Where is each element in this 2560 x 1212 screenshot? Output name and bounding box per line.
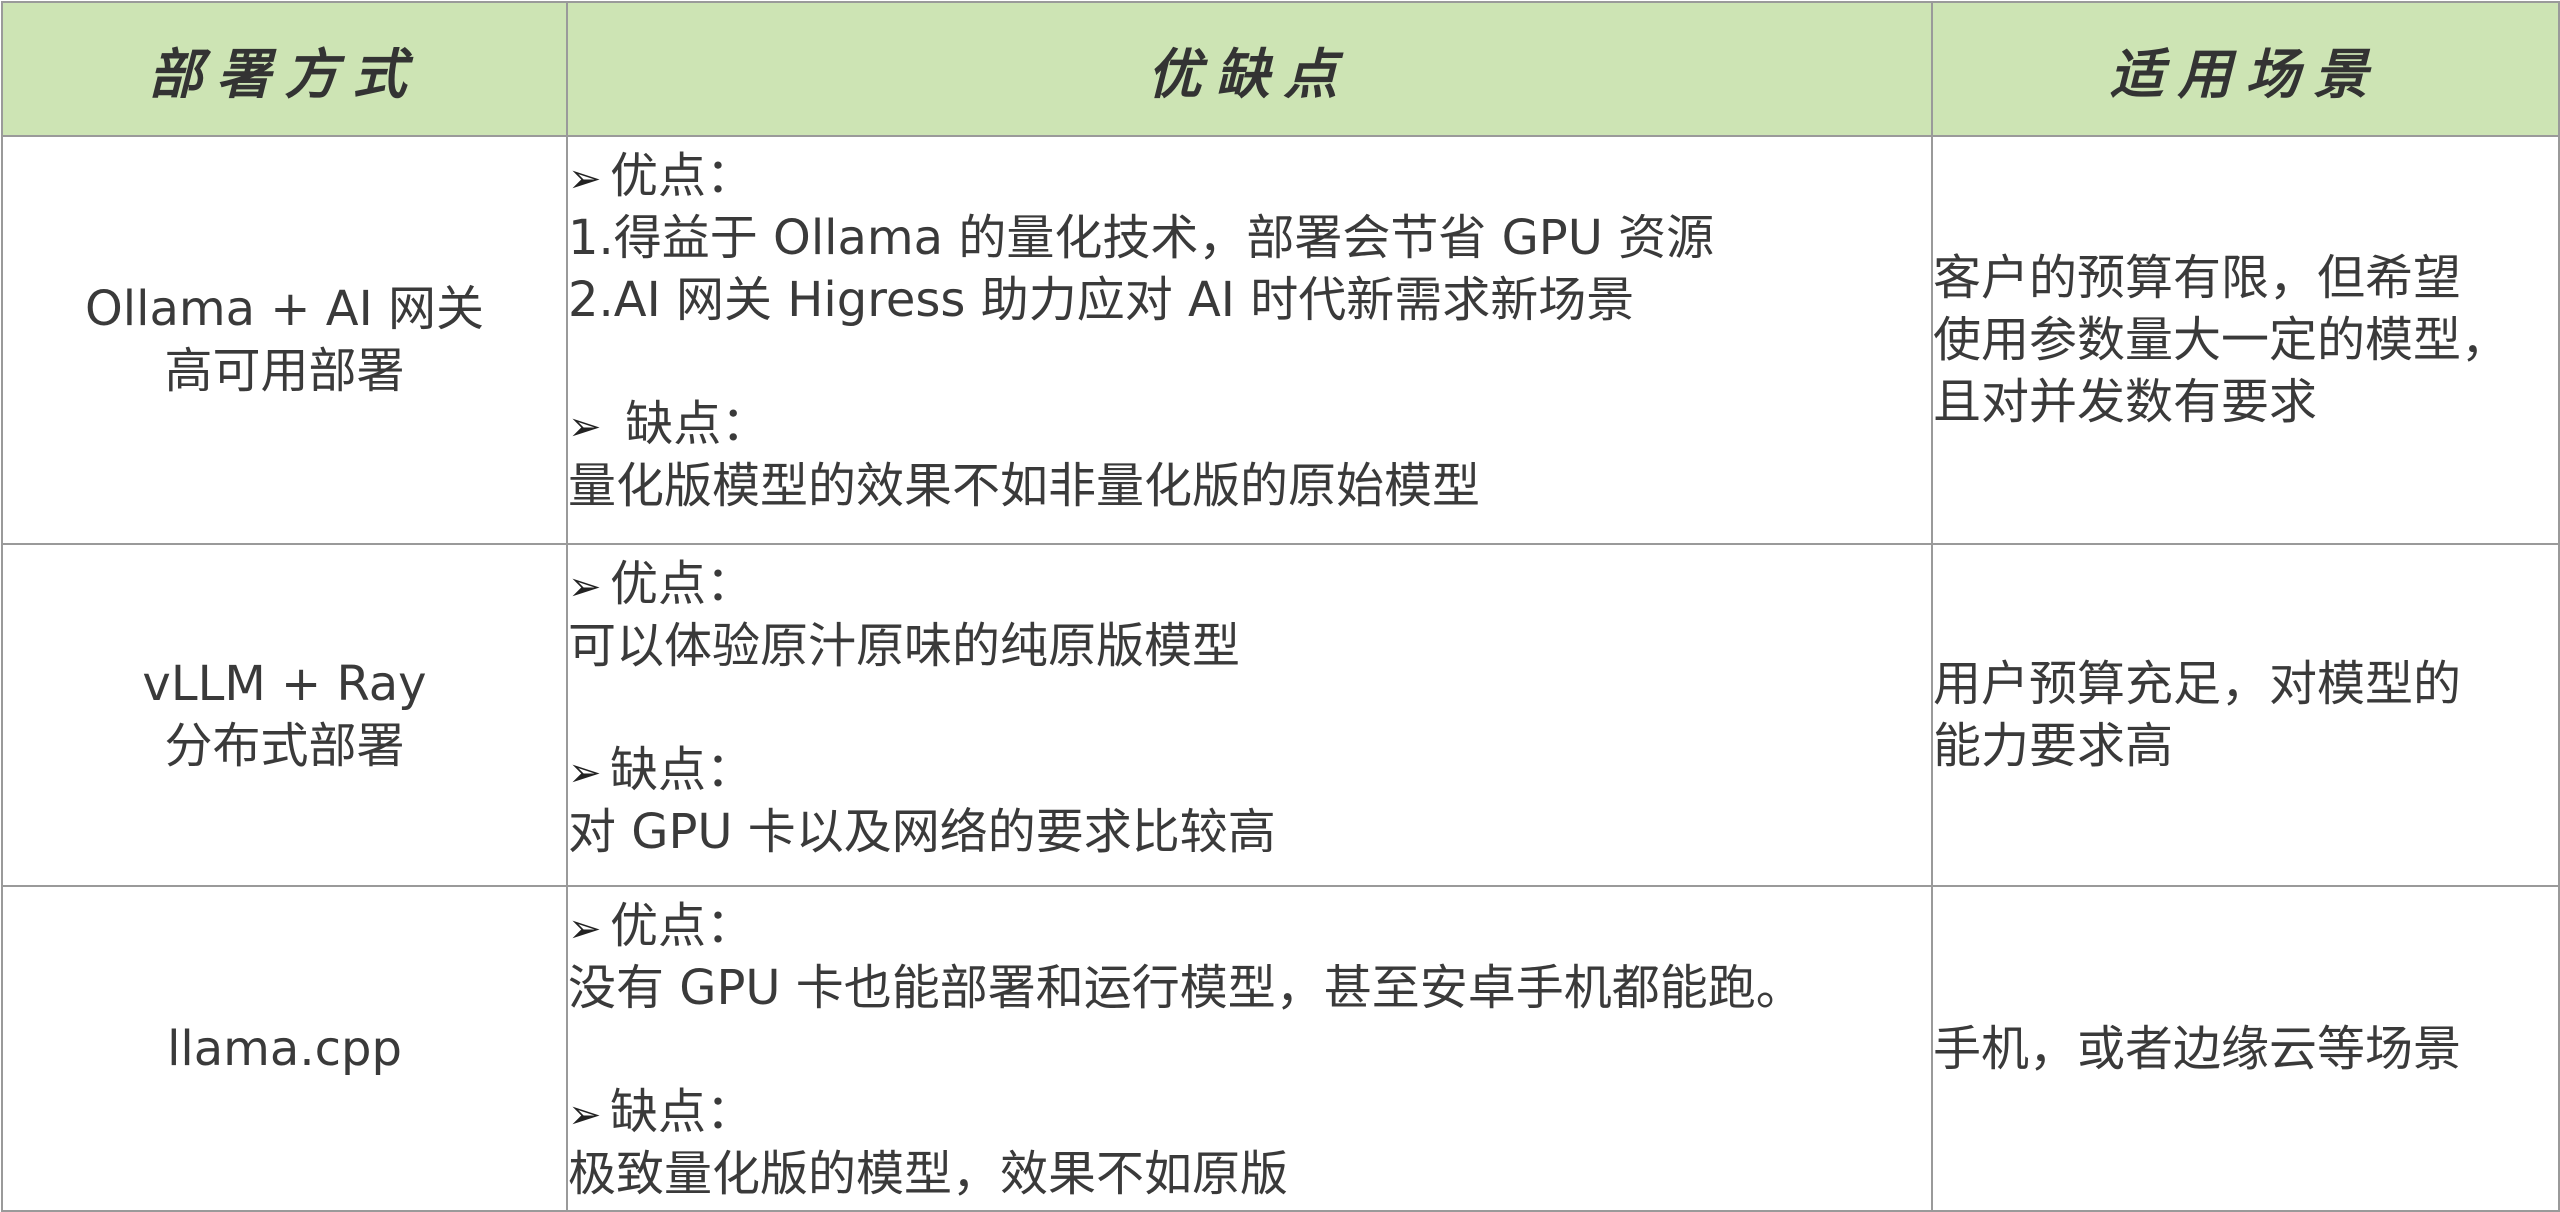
header-scenario: 适用场景: [1931, 1, 2560, 137]
deploy-mode-cell: Ollama + AI 网关 高可用部署: [1, 135, 568, 545]
pros-cons-cell: ➢ 优点： 没有 GPU 卡也能部署和运行模型，甚至安卓手机都能跑。 ➢ 缺点： 极…: [566, 885, 1933, 1212]
deploy-mode-cell: vLLM + Ray 分布式部署: [1, 543, 568, 887]
scenario-line: 手机，或者边缘云等场景: [1933, 1020, 2462, 1077]
pros-heading: ➢ 优点：: [568, 145, 1930, 207]
pros-heading: ➢ 优点：: [568, 895, 1930, 957]
deploy-mode-line: 高可用部署: [164, 343, 405, 399]
deployment-comparison-table: 部署方式 优缺点 适用场景 Ollama + AI 网关 高可用部署 ➢ 优点： …: [1, 1, 2560, 1212]
scenario-cell: 客户的预算有限，但希望 使用参数量大一定的模型， 且对并发数有要求: [1931, 135, 2560, 545]
scenario-line: 客户的预算有限，但希望: [1933, 250, 2462, 306]
arrowhead-bullet-icon: ➢: [568, 906, 602, 952]
table-row: Ollama + AI 网关 高可用部署 ➢ 优点： 1.得益于 Ollama 的…: [1, 135, 2560, 545]
scenario-line: 且对并发数有要求: [1933, 374, 2318, 430]
table-row: vLLM + Ray 分布式部署 ➢ 优点： 可以体验原汁原味的纯原版模型 ➢ 缺点…: [1, 543, 2560, 887]
pros-item: 1.得益于 Ollama 的量化技术，部署会节省 GPU 资源: [568, 210, 1715, 266]
scenario-line: 用户预算充足，对模型的: [1933, 656, 2462, 712]
deploy-mode-line: llama.cpp: [167, 1020, 402, 1077]
cons-item: 极致量化版的模型，效果不如原版: [568, 1146, 1289, 1202]
arrowhead-bullet-icon: ➢: [568, 156, 602, 202]
arrowhead-bullet-icon: ➢: [568, 750, 602, 796]
cons-heading: ➢ 缺点：: [568, 393, 1930, 455]
scenario-cell: 用户预算充足，对模型的 能力要求高: [1931, 543, 2560, 887]
scenario-line: 能力要求高: [1933, 718, 2174, 774]
table-header-row: 部署方式 优缺点 适用场景: [1, 1, 2560, 137]
pros-heading: ➢ 优点：: [568, 553, 1930, 615]
cons-heading: ➢ 缺点：: [568, 1081, 1930, 1143]
pros-item: 没有 GPU 卡也能部署和运行模型，甚至安卓手机都能跑。: [568, 960, 1804, 1016]
deploy-mode-cell: llama.cpp: [1, 885, 568, 1212]
deploy-mode-line: Ollama + AI 网关: [84, 281, 485, 337]
header-deploy-mode: 部署方式: [1, 1, 568, 137]
cons-item: 对 GPU 卡以及网络的要求比较高: [568, 804, 1276, 860]
scenario-cell: 手机，或者边缘云等场景: [1931, 885, 2560, 1212]
table-row: llama.cpp ➢ 优点： 没有 GPU 卡也能部署和运行模型，甚至安卓手机都…: [1, 885, 2560, 1212]
arrowhead-bullet-icon: ➢: [568, 404, 602, 450]
deploy-mode-line: 分布式部署: [164, 718, 405, 774]
pros-cons-cell: ➢ 优点： 1.得益于 Ollama 的量化技术，部署会节省 GPU 资源 2.A…: [566, 135, 1933, 545]
pros-item: 2.AI 网关 Higress 助力应对 AI 时代新需求新场景: [568, 272, 1635, 328]
header-pros-cons: 优缺点: [566, 1, 1933, 137]
scenario-line: 使用参数量大一定的模型，: [1933, 312, 2510, 368]
cons-heading: ➢ 缺点：: [568, 739, 1930, 801]
cons-item: 量化版模型的效果不如非量化版的原始模型: [568, 458, 1481, 514]
pros-cons-cell: ➢ 优点： 可以体验原汁原味的纯原版模型 ➢ 缺点： 对 GPU 卡以及网络的要求比…: [566, 543, 1933, 887]
arrowhead-bullet-icon: ➢: [568, 564, 602, 610]
deploy-mode-line: vLLM + Ray: [142, 656, 427, 712]
arrowhead-bullet-icon: ➢: [568, 1092, 602, 1138]
pros-item: 可以体验原汁原味的纯原版模型: [568, 618, 1241, 674]
